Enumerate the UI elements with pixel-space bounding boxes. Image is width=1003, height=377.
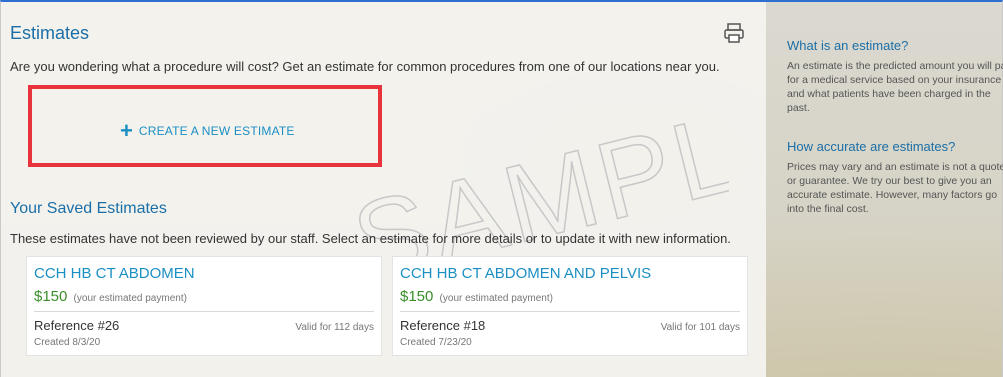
estimate-validity: Valid for 101 days (660, 322, 740, 333)
card-divider (400, 311, 740, 312)
estimate-price: $150 (your estimated payment) (400, 288, 740, 305)
estimates-panel: Estimates Are you wondering what a proce… (0, 0, 766, 377)
create-estimate-label: CREATE A NEW ESTIMATE (138, 124, 295, 138)
what-is-estimate-text: An estimate is the predicted amount you … (787, 60, 1003, 114)
estimate-created-date: Created 7/23/20 (400, 337, 472, 348)
intro-text: Are you wondering what a procedure will … (10, 59, 720, 74)
estimate-card-title: CCH HB CT ABDOMEN AND PELVIS (400, 265, 652, 282)
estimate-card[interactable]: CCH HB CT ABDOMEN $150 (your estimated p… (26, 256, 382, 356)
estimate-price-note: (your estimated payment) (73, 293, 187, 304)
estimate-price-note: (your estimated payment) (439, 293, 553, 304)
plus-icon: + (120, 118, 133, 143)
card-divider (34, 311, 374, 312)
estimate-price: $150 (your estimated payment) (34, 288, 374, 305)
what-is-estimate-heading: What is an estimate? (787, 38, 909, 53)
saved-estimates-title: Your Saved Estimates (10, 200, 167, 217)
estimate-price-value: $150 (34, 288, 68, 305)
how-accurate-text: Prices may vary and an estimate is not a… (787, 161, 1003, 215)
saved-estimates-description: These estimates have not been reviewed b… (10, 231, 731, 246)
page-background: Estimates Are you wondering what a proce… (0, 0, 1003, 377)
how-accurate-heading: How accurate are estimates? (787, 139, 956, 154)
estimate-card-title: CCH HB CT ABDOMEN (34, 265, 195, 282)
print-icon[interactable] (723, 22, 745, 44)
estimate-created-date: Created 8/3/20 (34, 337, 101, 348)
estimate-price-value: $150 (400, 288, 434, 305)
info-sidebar: What is an estimate? An estimate is the … (766, 0, 1003, 377)
estimate-validity: Valid for 112 days (295, 322, 374, 333)
page-title: Estimates (10, 23, 90, 43)
estimate-reference: Reference #26 (34, 318, 120, 333)
estimate-card[interactable]: CCH HB CT ABDOMEN AND PELVIS $150 (your … (392, 256, 748, 356)
estimate-reference: Reference #18 (400, 318, 486, 333)
create-estimate-button[interactable]: + CREATE A NEW ESTIMATE (120, 118, 295, 143)
